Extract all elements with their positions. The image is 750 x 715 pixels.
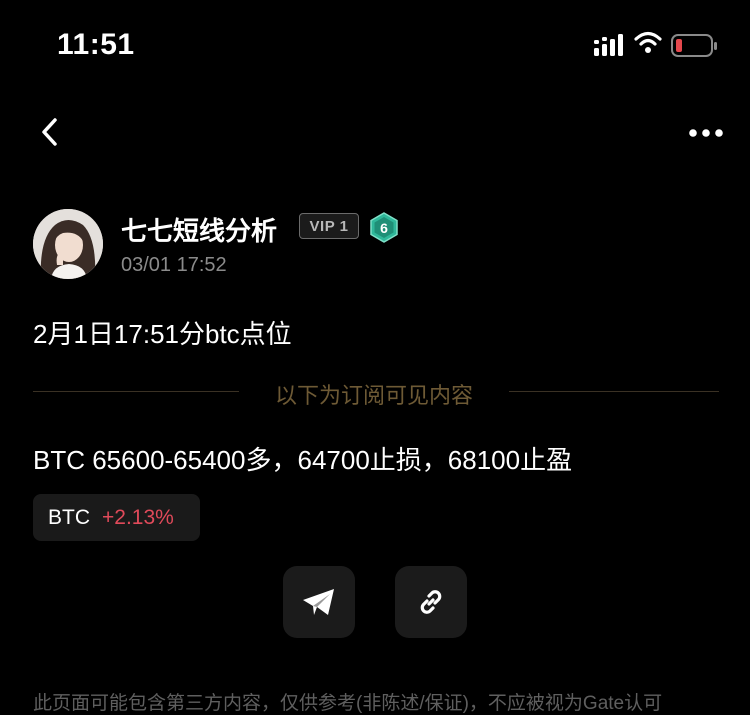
vip-badge: VIP 1 [299, 213, 359, 239]
battery-low-icon [671, 33, 719, 64]
share-telegram-button[interactable] [283, 566, 355, 638]
status-bar: 11:51 [0, 0, 750, 90]
level-number: 6 [380, 220, 388, 236]
post-timestamp: 03/01 17:52 [121, 254, 227, 276]
wifi-icon [634, 31, 662, 60]
divider-right [509, 391, 719, 392]
link-icon [420, 590, 442, 614]
chevron-left-icon [42, 118, 57, 146]
ticker-chip[interactable]: BTC +2.13% [33, 494, 200, 541]
subscription-notice: 以下为订阅可见内容 [274, 383, 473, 408]
more-options-button[interactable] [684, 118, 728, 148]
post-title: 2月1日17:51分btc点位 [33, 319, 292, 349]
status-time: 11:51 [57, 28, 135, 61]
ticker-change: +2.13% [102, 505, 174, 529]
back-button[interactable] [36, 114, 66, 150]
author-avatar[interactable] [33, 209, 103, 279]
ticker-symbol: BTC [48, 505, 90, 529]
disclaimer-text: 此页面可能包含第三方内容，仅供参考(非陈述/保证)，不应被视为Gate认可 [33, 693, 663, 714]
copy-link-button[interactable] [395, 566, 467, 638]
more-horizontal-icon [689, 129, 723, 137]
level-badge: 6 [370, 212, 398, 243]
divider-left [33, 391, 239, 392]
author-name[interactable]: 七七短线分析 [121, 211, 277, 248]
cellular-signal-icon [594, 34, 626, 61]
telegram-send-icon [303, 589, 334, 615]
post-body: BTC 65600-65400多，64700止损，68100止盈 [33, 445, 573, 475]
